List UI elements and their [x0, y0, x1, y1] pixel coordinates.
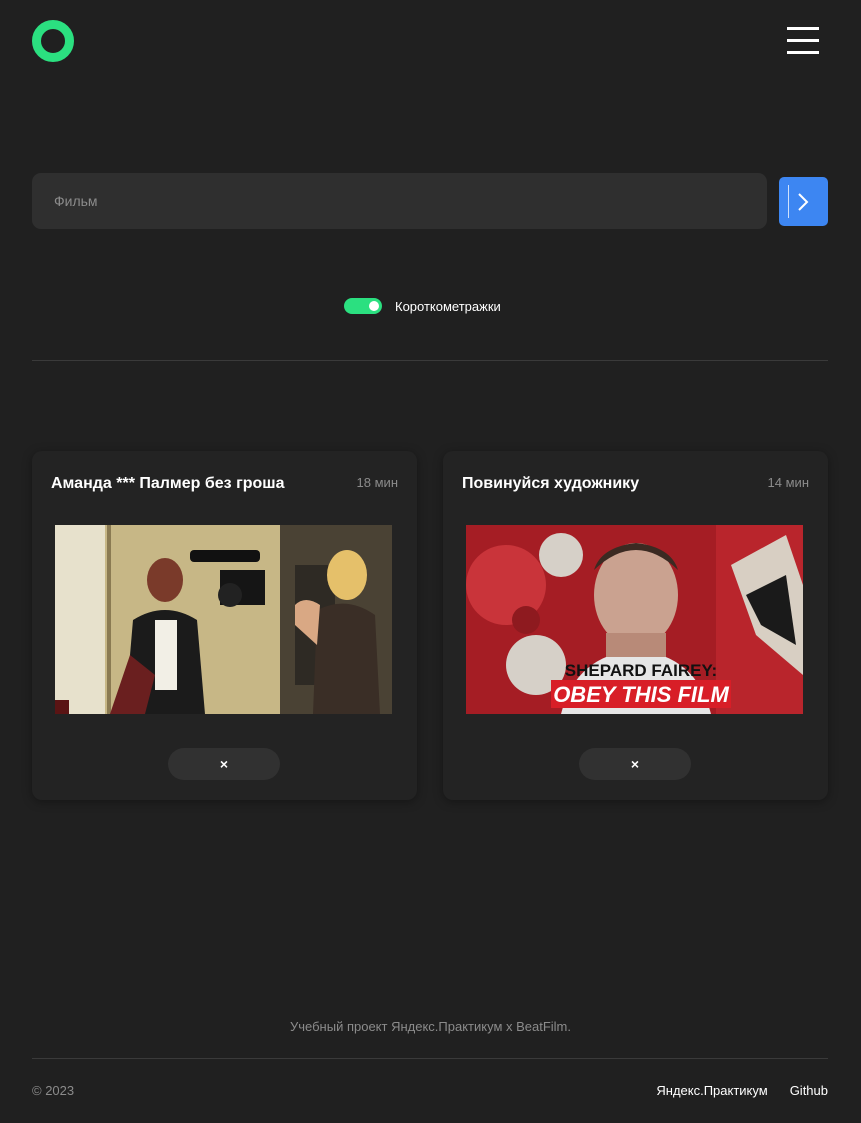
- footer-divider: [32, 1058, 828, 1059]
- footer-caption: Учебный проект Яндекс.Практикум х BeatFi…: [289, 1019, 572, 1034]
- movie-thumbnail[interactable]: SHEPARD FAIREY: OBEY THIS FILM: [466, 525, 803, 714]
- toggle-knob: [369, 301, 379, 311]
- movie-duration: 18 мин: [356, 475, 398, 490]
- logo-icon[interactable]: [32, 20, 74, 62]
- short-films-label: Короткометражки: [395, 298, 501, 314]
- thumb-caption-bottom: OBEY THIS FILM: [553, 682, 729, 707]
- delete-movie-button[interactable]: ×: [579, 748, 691, 780]
- hamburger-menu-icon[interactable]: [787, 27, 819, 57]
- thumb-caption-top: SHEPARD FAIREY:: [565, 661, 717, 680]
- divider: [32, 360, 828, 361]
- movie-thumbnail-image: SHEPARD FAIREY: OBEY THIS FILM: [466, 525, 803, 714]
- movie-card: Аманда *** Палмер без гроша 18 мин ×: [32, 451, 417, 800]
- movie-card: Повинуйся художнику 14 мин SHEPARD FAIRE…: [443, 451, 828, 800]
- short-films-toggle[interactable]: [344, 298, 382, 314]
- movie-duration: 14 мин: [767, 475, 809, 490]
- footer-link-github[interactable]: Github: [790, 1083, 828, 1098]
- copyright: © 2023: [32, 1083, 75, 1098]
- search-button-divider: [788, 185, 789, 218]
- delete-movie-button[interactable]: ×: [168, 748, 280, 780]
- movie-thumbnail-image: [55, 525, 392, 714]
- menu-bar: [787, 27, 819, 30]
- search-submit-button[interactable]: [779, 177, 828, 226]
- movie-title: Повинуйся художнику: [462, 475, 640, 492]
- footer-link-yandex-practicum[interactable]: Яндекс.Практикум: [656, 1083, 767, 1098]
- menu-bar: [787, 39, 819, 42]
- footer-links: Яндекс.Практикум Github: [656, 1083, 828, 1098]
- search-input[interactable]: [32, 173, 767, 229]
- movie-title: Аманда *** Палмер без гроша: [51, 475, 285, 492]
- chevron-right-icon: [798, 193, 809, 211]
- short-films-filter: Короткометражки: [344, 296, 501, 316]
- movie-thumbnail[interactable]: [55, 525, 392, 714]
- menu-bar: [787, 51, 819, 54]
